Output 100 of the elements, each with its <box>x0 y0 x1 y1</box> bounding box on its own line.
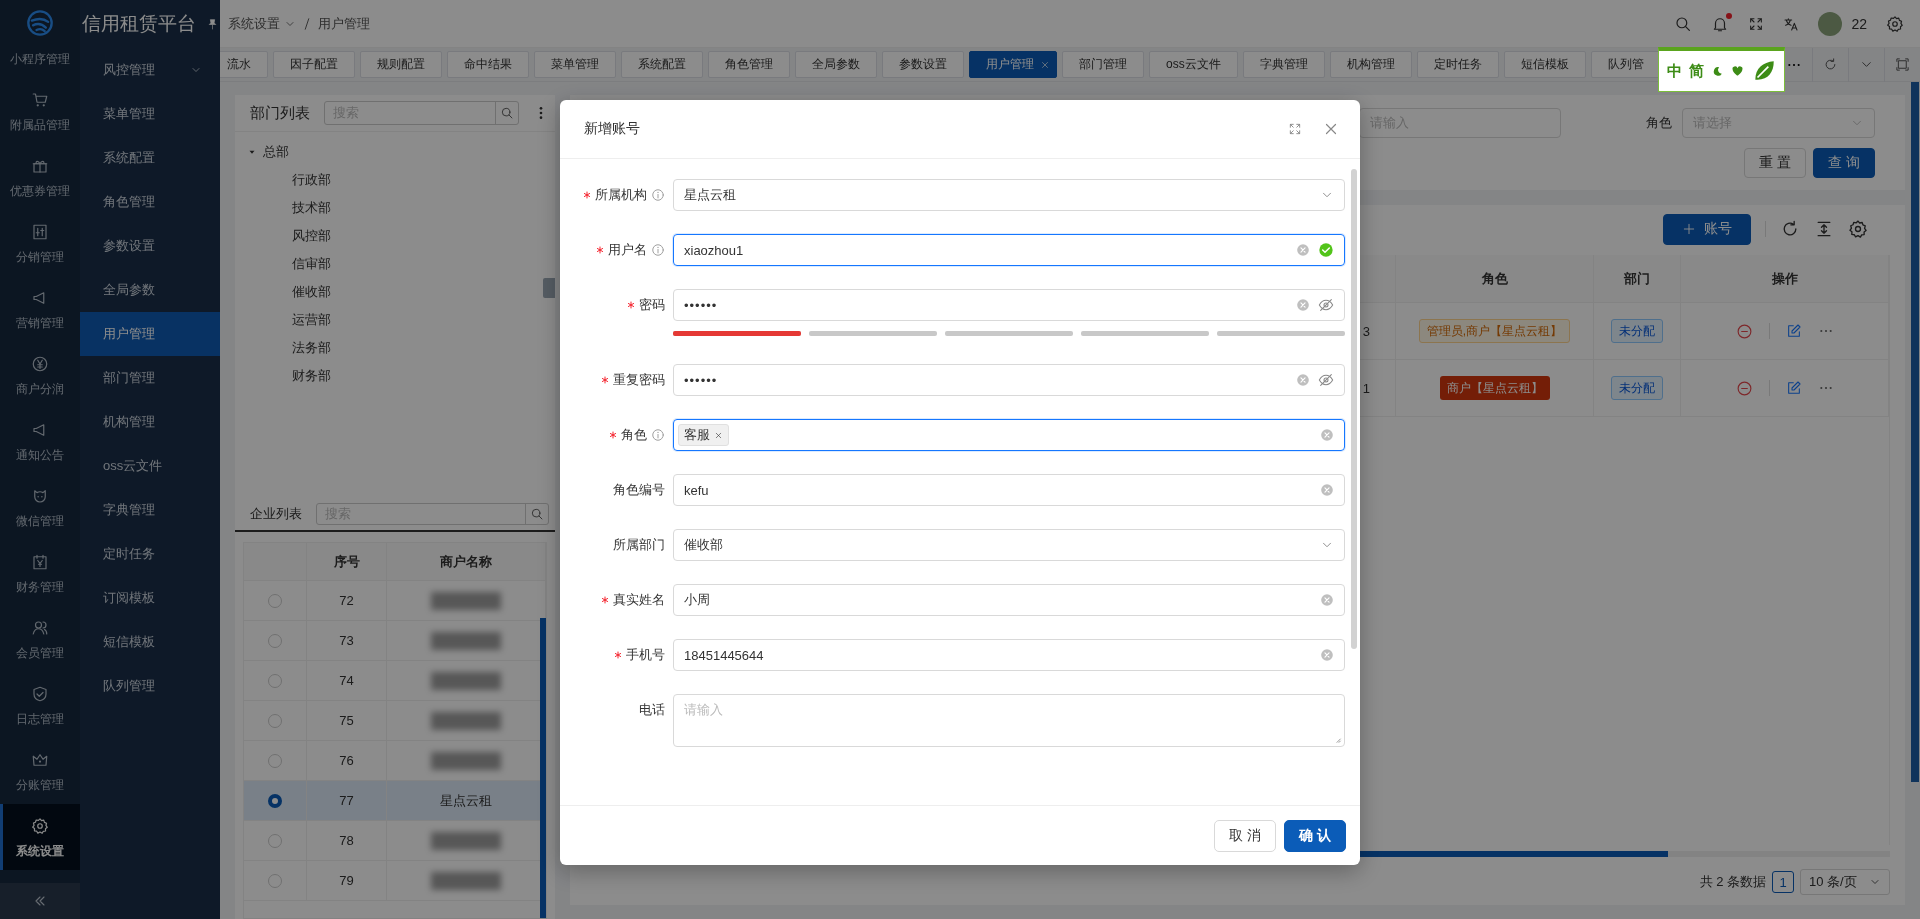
tab[interactable]: 字典管理 <box>1242 51 1325 78</box>
tab[interactable]: 用户管理 <box>969 51 1057 78</box>
eye-off-icon[interactable] <box>1318 297 1334 313</box>
menu-item[interactable]: 短信模板 <box>80 620 220 664</box>
nav-item[interactable]: 分账管理 <box>0 738 80 804</box>
input-field[interactable]: kefu <box>673 474 1345 506</box>
fullscreen-icon[interactable] <box>1748 15 1765 32</box>
menu-item[interactable]: 角色管理 <box>80 180 220 224</box>
menu-item[interactable]: 系统配置 <box>80 136 220 180</box>
fullscreen-icon[interactable] <box>1288 122 1302 136</box>
select-field[interactable]: 催收部 <box>673 529 1345 561</box>
tab[interactable]: 菜单管理 <box>534 51 616 78</box>
tab[interactable]: 因子配置 <box>273 51 355 78</box>
nav-item[interactable]: 小程序管理 <box>0 45 80 78</box>
nav-item[interactable]: 系统设置 <box>0 804 80 870</box>
tree-node[interactable]: 行政部 <box>292 171 331 189</box>
tag-select-field[interactable]: 客服 <box>673 419 1345 451</box>
nav-item[interactable]: 通知公告 <box>0 408 80 474</box>
input-field[interactable]: •••••• <box>673 364 1345 396</box>
pin-icon[interactable] <box>206 17 219 31</box>
menu-item[interactable]: 字典管理 <box>80 488 220 532</box>
role-tag[interactable]: 客服 <box>678 424 729 446</box>
cancel-button[interactable]: 取 消 <box>1214 819 1277 852</box>
tab[interactable]: 机构管理 <box>1329 51 1412 78</box>
radio-button[interactable] <box>268 793 282 808</box>
nav-item[interactable]: 会员管理 <box>0 606 80 672</box>
avatar[interactable] <box>1818 11 1843 36</box>
tab[interactable]: 系统配置 <box>621 51 703 78</box>
menu-item[interactable]: 菜单管理 <box>80 92 220 136</box>
menu-item[interactable]: 风控管理 <box>80 48 220 92</box>
clear-icon[interactable] <box>1320 483 1334 497</box>
page-button[interactable]: 1 <box>1772 871 1794 893</box>
nav-item[interactable]: 日志管理 <box>0 672 80 738</box>
nav-item[interactable]: 分销管理 <box>0 210 80 276</box>
select-field[interactable]: 星点云租 <box>673 179 1345 211</box>
tab[interactable]: 定时任务 <box>1416 51 1499 78</box>
tree-node[interactable]: 运营部 <box>292 311 331 329</box>
fullscreen-icon[interactable] <box>1895 57 1910 72</box>
blurred-text <box>431 831 501 850</box>
input-field[interactable]: xiaozhou1 <box>673 234 1345 266</box>
eye-off-icon[interactable] <box>1318 372 1334 388</box>
add-button[interactable]: 账号 <box>1663 213 1751 245</box>
tree-node[interactable]: 信审部 <box>292 255 331 273</box>
menu-item[interactable]: 全局参数 <box>80 268 220 312</box>
clear-icon[interactable] <box>1296 298 1310 312</box>
nav-item[interactable]: 优惠券管理 <box>0 144 80 210</box>
confirm-button[interactable]: 确 认 <box>1284 819 1346 852</box>
remove-icon[interactable] <box>714 430 723 440</box>
breadcrumb-link[interactable]: 系统设置 <box>228 14 280 33</box>
tab[interactable]: 规则配置 <box>360 51 442 78</box>
refresh-icon[interactable] <box>1823 57 1838 72</box>
tree-node[interactable]: 催收部 <box>292 283 331 301</box>
tree-node[interactable]: 总部 <box>263 143 289 161</box>
menu-item[interactable]: 用户管理 <box>80 312 220 356</box>
tree-node[interactable]: 风控部 <box>292 227 331 245</box>
reset-button[interactable]: 重 置 <box>1744 148 1807 178</box>
clear-icon[interactable] <box>1320 428 1334 442</box>
nav-item[interactable]: 财务管理 <box>0 540 80 606</box>
minus-circle-icon[interactable] <box>1735 379 1753 397</box>
edit-icon[interactable] <box>1785 323 1802 339</box>
clear-icon[interactable] <box>1296 243 1310 257</box>
tab[interactable]: 全局参数 <box>795 51 877 78</box>
menu-item[interactable]: 部门管理 <box>80 356 220 400</box>
tab[interactable]: 部门管理 <box>1062 51 1144 78</box>
close-icon[interactable] <box>1040 59 1050 70</box>
tab[interactable]: 短信模板 <box>1503 51 1586 78</box>
menu-item[interactable]: 订阅模板 <box>80 576 220 620</box>
collapse-handle[interactable] <box>543 278 555 298</box>
nav-item[interactable]: 商户分润 <box>0 342 80 408</box>
clear-icon[interactable] <box>1296 373 1310 387</box>
minus-circle-icon[interactable] <box>1735 322 1753 340</box>
tab[interactable]: 命中结果 <box>447 51 529 78</box>
tab[interactable]: 流水 <box>220 51 268 78</box>
nav-item[interactable]: 附属品管理 <box>0 78 80 144</box>
tab[interactable]: 参数设置 <box>882 51 964 78</box>
tree-node[interactable]: 法务部 <box>292 339 331 357</box>
translate-icon[interactable] <box>1783 15 1800 32</box>
tree-node[interactable]: 技术部 <box>292 199 331 217</box>
clear-icon[interactable] <box>1320 593 1334 607</box>
tree-node[interactable]: 财务部 <box>292 367 331 385</box>
menu-item[interactable]: 参数设置 <box>80 224 220 268</box>
tab[interactable]: 队列管 <box>1590 51 1661 78</box>
tab[interactable]: oss云文件 <box>1149 51 1238 78</box>
nav-item[interactable]: 营销管理 <box>0 276 80 342</box>
tab[interactable]: 角色管理 <box>708 51 790 78</box>
page-size-select[interactable]: 10 条/页 <box>1800 869 1890 895</box>
menu-item[interactable]: 机构管理 <box>80 400 220 444</box>
input-field[interactable]: 18451445644 <box>673 639 1345 671</box>
search-icon[interactable] <box>1674 14 1693 33</box>
settings-icon[interactable] <box>1848 219 1868 239</box>
query-button[interactable]: 查 询 <box>1813 148 1875 178</box>
menu-item[interactable]: oss云文件 <box>80 444 220 488</box>
menu-item[interactable]: 定时任务 <box>80 532 220 576</box>
clear-icon[interactable] <box>1320 648 1334 662</box>
input-field[interactable]: •••••• <box>673 289 1345 321</box>
settings-icon[interactable] <box>1886 14 1904 33</box>
nav-item[interactable]: 微信管理 <box>0 474 80 540</box>
input-field[interactable]: 小周 <box>673 584 1345 616</box>
edit-icon[interactable] <box>1785 380 1802 396</box>
menu-item[interactable]: 队列管理 <box>80 664 220 708</box>
